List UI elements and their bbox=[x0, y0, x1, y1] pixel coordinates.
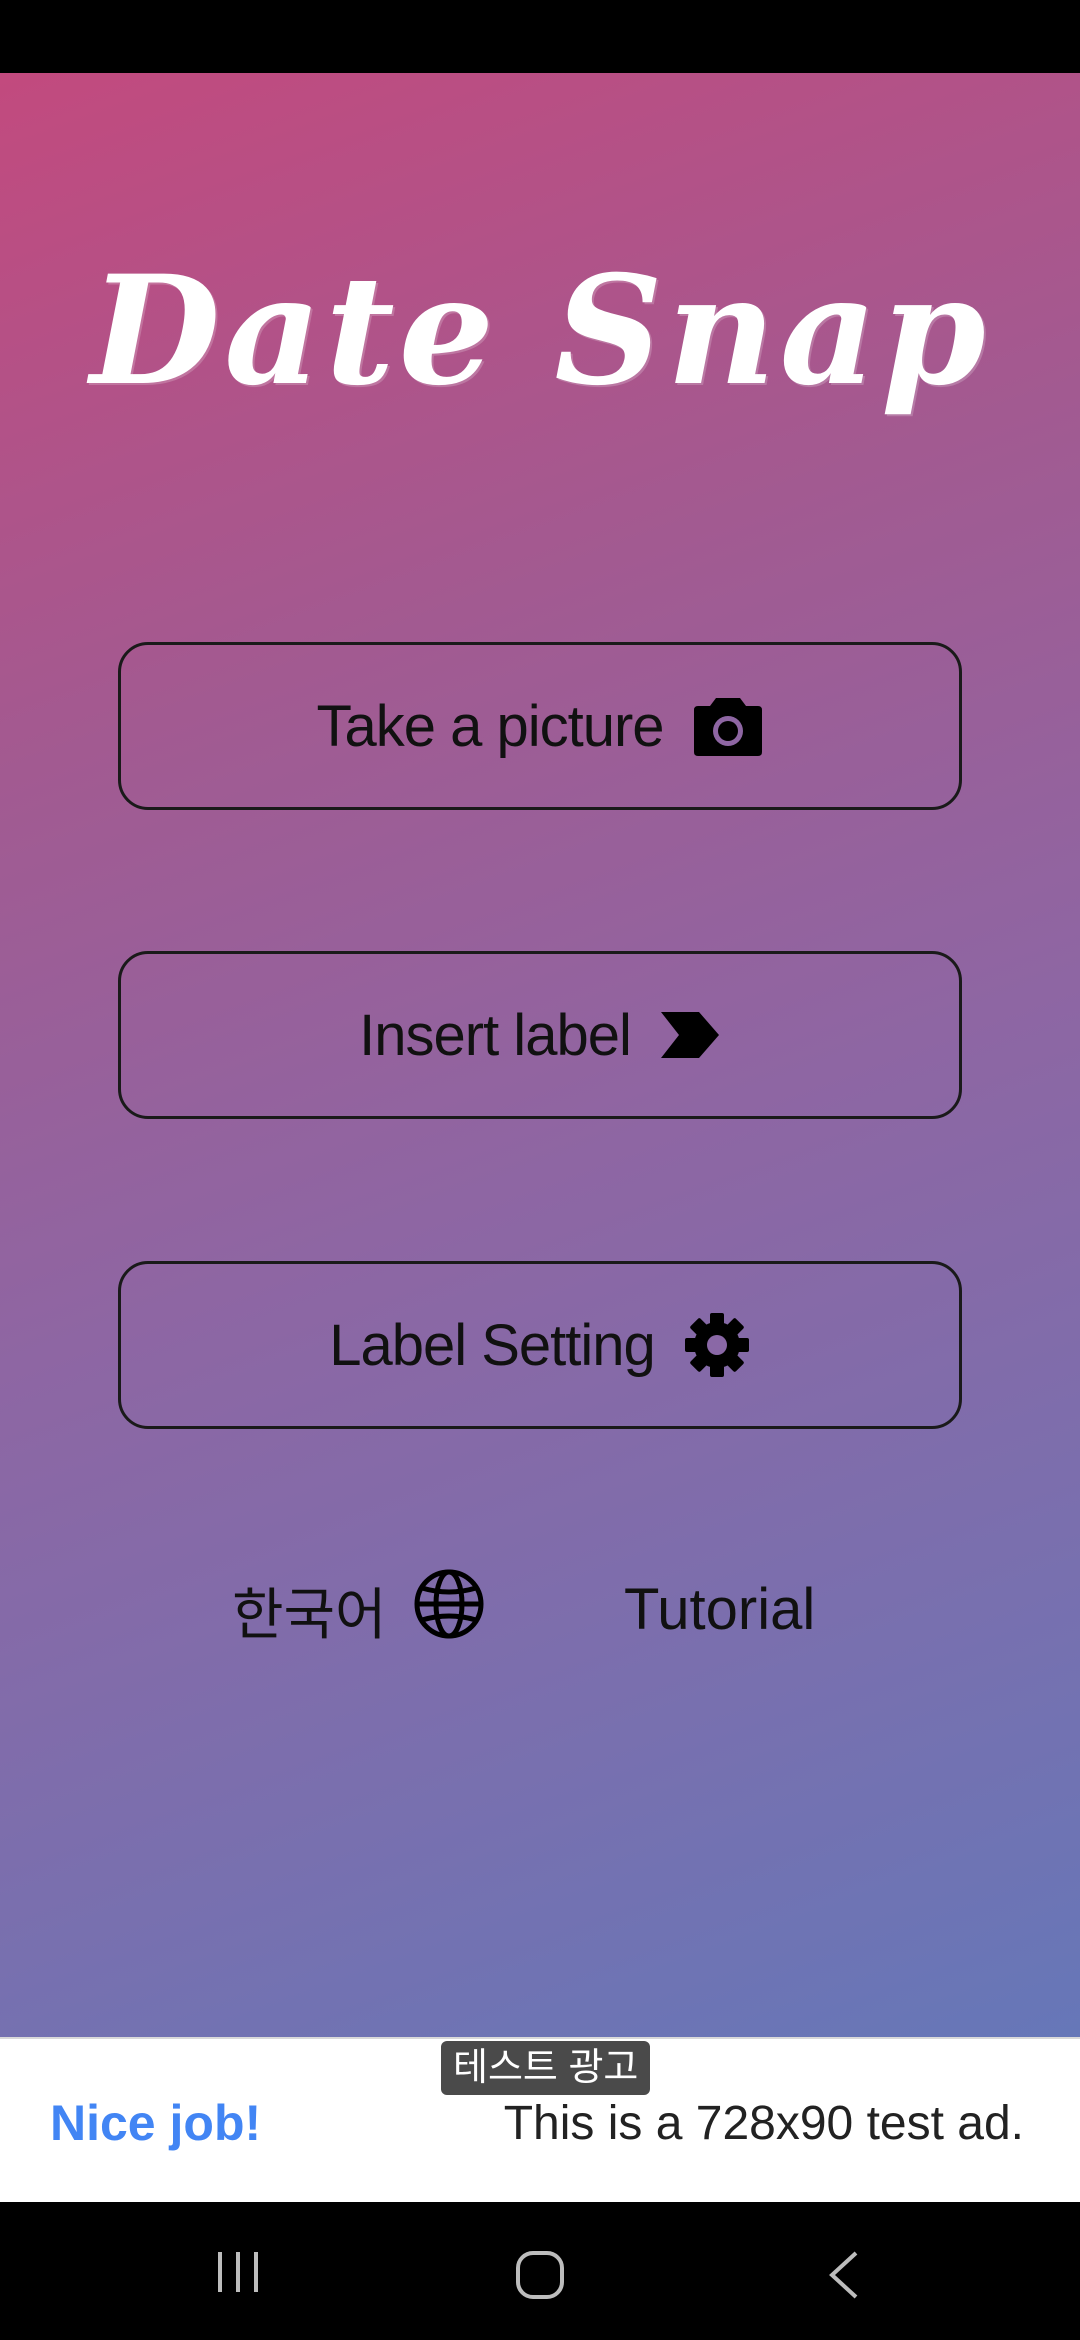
ad-headline[interactable]: Nice job! bbox=[50, 2094, 261, 2152]
language-label: 한국어 bbox=[232, 1583, 387, 1646]
insert-label-label: Insert label bbox=[359, 1002, 632, 1068]
app-title: Date Snap bbox=[90, 243, 990, 419]
footer-row: 한국어 Tutorial bbox=[0, 1568, 1080, 1658]
ad-test-badge: 테스트 광고 bbox=[441, 2041, 651, 2095]
globe-icon bbox=[413, 1568, 485, 1653]
system-nav-bar bbox=[0, 2202, 1080, 2340]
label-setting-button[interactable]: Label Setting bbox=[118, 1261, 962, 1429]
recent-apps-icon[interactable] bbox=[214, 2250, 262, 2294]
label-tag-icon bbox=[659, 1010, 721, 1060]
take-picture-label: Take a picture bbox=[316, 693, 664, 759]
language-button[interactable]: 한국어 bbox=[232, 1568, 485, 1653]
gear-icon bbox=[683, 1311, 751, 1379]
home-icon[interactable] bbox=[515, 2250, 565, 2300]
take-picture-button[interactable]: Take a picture bbox=[118, 642, 962, 810]
insert-label-button[interactable]: Insert label bbox=[118, 951, 962, 1119]
label-setting-label: Label Setting bbox=[329, 1312, 656, 1378]
ad-banner[interactable]: 테스트 광고 Nice job! This is a 728x90 test a… bbox=[0, 2037, 1080, 2202]
tutorial-button[interactable]: Tutorial bbox=[624, 1576, 815, 1643]
ad-body[interactable]: This is a 728x90 test ad. bbox=[504, 2096, 1024, 2151]
camera-icon bbox=[692, 694, 764, 758]
back-icon[interactable] bbox=[826, 2250, 862, 2300]
status-bar bbox=[0, 0, 1080, 73]
main-screen: Date Snap Take a picture Insert label La… bbox=[0, 73, 1080, 2037]
